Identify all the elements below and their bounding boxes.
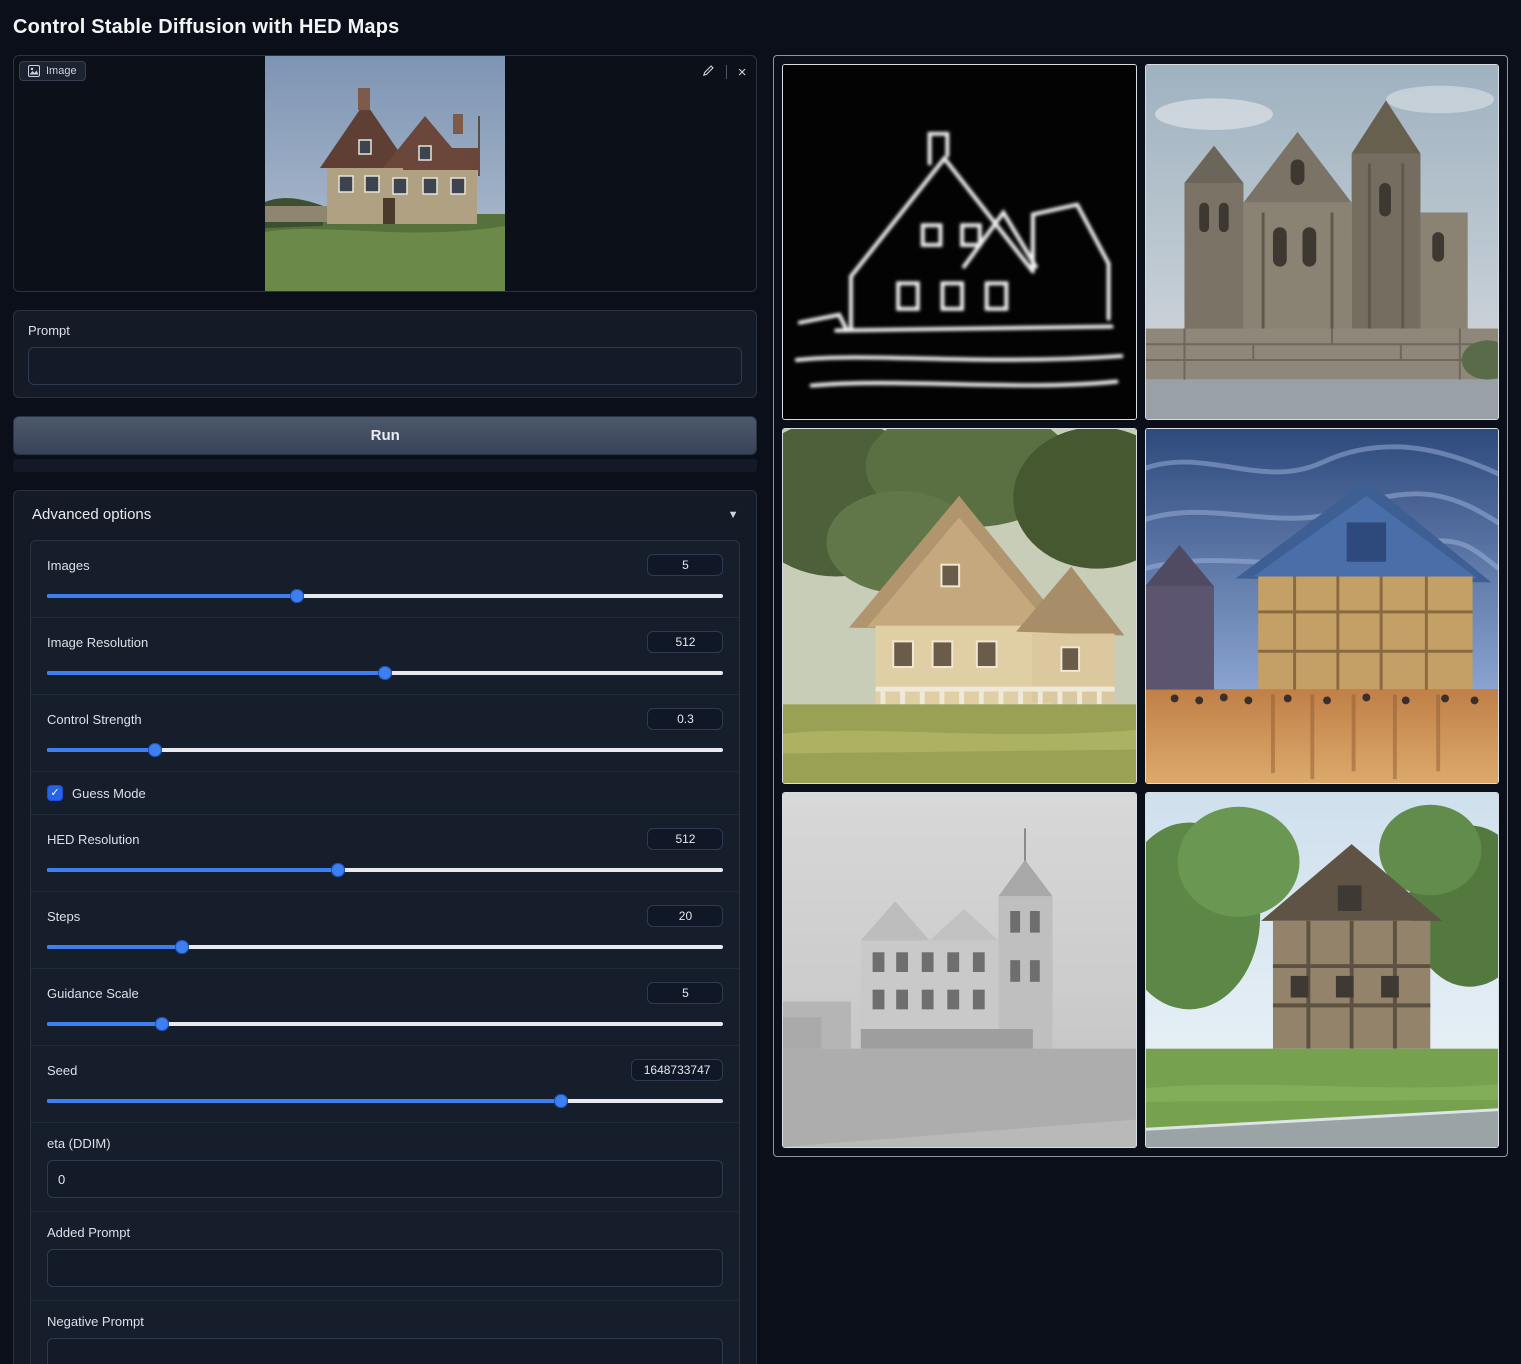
added-prompt-row: Added Prompt [31, 1212, 739, 1301]
gallery-item-hed-edge-map[interactable] [782, 64, 1136, 420]
chevron-down-icon: ▼ [728, 509, 739, 521]
guidance-scale-value[interactable]: 5 [647, 982, 723, 1004]
seed-slider[interactable] [47, 1093, 723, 1109]
edit-image-button[interactable] [700, 62, 717, 82]
clear-image-button[interactable]: × [736, 63, 749, 82]
hed-resolution-value[interactable]: 512 [647, 828, 723, 850]
steps-label: Steps [47, 909, 80, 924]
images-slider-row: Images 5 [31, 541, 739, 618]
image-resolution-value[interactable]: 512 [647, 631, 723, 653]
slider-thumb[interactable] [378, 666, 392, 680]
slider-thumb[interactable] [148, 743, 162, 757]
images-value[interactable]: 5 [647, 554, 723, 576]
gallery-item-house-with-trees[interactable] [1145, 792, 1499, 1148]
hed-resolution-slider[interactable] [47, 862, 723, 878]
added-prompt-label: Added Prompt [47, 1225, 723, 1240]
status-strip [13, 459, 757, 472]
controls-column: Image × [13, 55, 757, 1364]
house-with-trees-image [1146, 793, 1498, 1147]
added-prompt-input[interactable] [47, 1249, 723, 1287]
guess-mode-label: Guess Mode [72, 786, 146, 801]
negative-prompt-label: Negative Prompt [47, 1314, 723, 1329]
control-strength-slider[interactable] [47, 742, 723, 758]
painted-house-image [783, 429, 1135, 783]
image-icon [28, 65, 40, 77]
hed-edge-map-image [783, 65, 1135, 419]
run-button[interactable]: Run [13, 416, 757, 455]
image-component-label: Image [46, 65, 77, 77]
hed-resolution-label: HED Resolution [47, 832, 140, 847]
negative-prompt-row: Negative Prompt [31, 1301, 739, 1364]
gallery-item-stylized-painting[interactable] [1145, 428, 1499, 784]
steps-slider-row: Steps 20 [31, 892, 739, 969]
gallery-item-painted-house[interactable] [782, 428, 1136, 784]
control-strength-slider-row: Control Strength 0.3 [31, 695, 739, 772]
guidance-scale-label: Guidance Scale [47, 986, 139, 1001]
advanced-controls: Images 5 Image Resolution 512 [30, 540, 740, 1364]
grayscale-building-image [783, 793, 1135, 1147]
seed-slider-row: Seed 1648733747 [31, 1046, 739, 1123]
eta-label: eta (DDIM) [47, 1136, 723, 1151]
app-page: Control Stable Diffusion with HED Maps I… [0, 0, 1521, 1364]
run-section: Run [13, 416, 757, 472]
slider-thumb[interactable] [155, 1017, 169, 1031]
uploaded-house-photo [265, 56, 505, 292]
slider-thumb[interactable] [290, 589, 304, 603]
stylized-painting-image [1146, 429, 1498, 783]
gallery-item-cathedral[interactable] [1145, 64, 1499, 420]
images-slider[interactable] [47, 588, 723, 604]
slider-thumb[interactable] [331, 863, 345, 877]
image-resolution-slider[interactable] [47, 665, 723, 681]
advanced-options-toggle[interactable]: Advanced options ▼ [14, 491, 756, 538]
eta-input[interactable] [47, 1160, 723, 1198]
guidance-scale-slider[interactable] [47, 1016, 723, 1032]
negative-prompt-input[interactable] [47, 1338, 723, 1364]
image-upload-block[interactable]: Image × [13, 55, 757, 292]
steps-slider[interactable] [47, 939, 723, 955]
gallery-item-grayscale-building[interactable] [782, 792, 1136, 1148]
steps-value[interactable]: 20 [647, 905, 723, 927]
cathedral-image [1146, 65, 1498, 419]
images-label: Images [47, 558, 90, 573]
main-layout: Image × [13, 55, 1508, 1364]
output-gallery [773, 55, 1508, 1157]
advanced-options-block: Advanced options ▼ Images 5 [13, 490, 757, 1364]
slider-thumb[interactable] [554, 1094, 568, 1108]
prompt-block: Prompt [13, 310, 757, 398]
guidance-scale-slider-row: Guidance Scale 5 [31, 969, 739, 1046]
image-resolution-slider-row: Image Resolution 512 [31, 618, 739, 695]
control-strength-value[interactable]: 0.3 [647, 708, 723, 730]
control-strength-label: Control Strength [47, 712, 142, 727]
advanced-options-label: Advanced options [32, 506, 151, 523]
uploaded-image-preview [265, 56, 505, 292]
prompt-label: Prompt [28, 323, 742, 338]
toolbar-divider [726, 65, 727, 79]
hed-resolution-slider-row: HED Resolution 512 [31, 815, 739, 892]
image-component-tag: Image [19, 61, 86, 81]
seed-value[interactable]: 1648733747 [631, 1059, 724, 1081]
guess-mode-row: ✓ Guess Mode [31, 772, 739, 815]
eta-row: eta (DDIM) [31, 1123, 739, 1212]
image-resolution-label: Image Resolution [47, 635, 148, 650]
pencil-icon [702, 64, 715, 77]
page-title: Control Stable Diffusion with HED Maps [13, 16, 1508, 39]
prompt-input[interactable] [28, 347, 742, 385]
slider-thumb[interactable] [175, 940, 189, 954]
guess-mode-checkbox[interactable]: ✓ [47, 785, 63, 801]
seed-label: Seed [47, 1063, 77, 1078]
image-toolbar: × [700, 62, 749, 82]
